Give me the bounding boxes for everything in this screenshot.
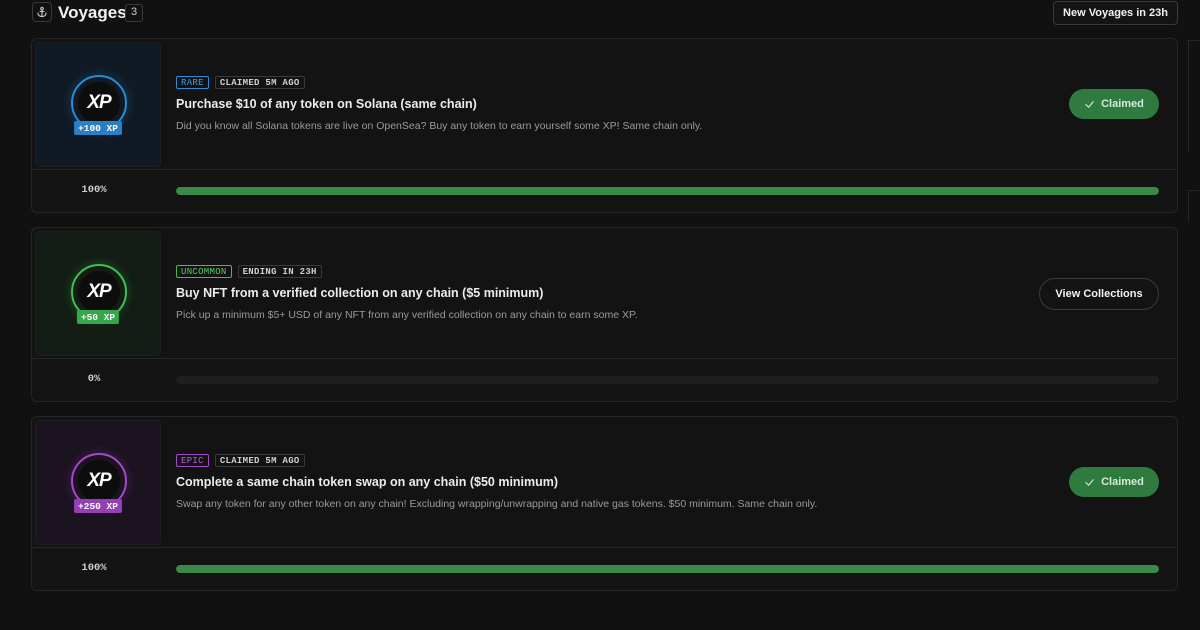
voyage-description: Swap any token for any other token on an… <box>176 498 818 510</box>
claimed-button[interactable]: Claimed <box>1069 89 1159 119</box>
status-tag: CLAIMED 5M AGO <box>214 454 305 467</box>
side-panel-edge <box>1188 190 1200 222</box>
voyage-card: XP +100 XP RARE CLAIMED 5M AGO Purchase … <box>31 38 1178 213</box>
voyage-thumbnail: XP +50 XP <box>35 231 161 356</box>
xp-reward-badge: +100 XP <box>74 121 122 135</box>
xp-logo: XP <box>87 470 111 491</box>
anchor-icon <box>32 2 52 22</box>
rarity-tag: EPIC <box>176 454 209 467</box>
progress-bar <box>176 187 1159 195</box>
xp-reward-badge: +250 XP <box>74 499 122 513</box>
rarity-tag: RARE <box>176 76 209 89</box>
progress-percent: 100% <box>81 184 107 196</box>
progress-fill <box>176 565 1159 573</box>
voyage-card: XP +50 XP UNCOMMON ENDING IN 23H Buy NFT… <box>31 227 1178 402</box>
progress-bar <box>176 376 1159 384</box>
voyage-count-badge: 3 <box>125 4 143 22</box>
progress-percent: 100% <box>81 562 107 574</box>
new-voyages-button[interactable]: New Voyages in 23h <box>1053 1 1178 25</box>
claimed-label: Claimed <box>1101 98 1144 110</box>
side-panel-edge <box>1188 40 1200 152</box>
claimed-label: Claimed <box>1101 476 1144 488</box>
voyage-thumbnail: XP +250 XP <box>35 420 161 545</box>
claimed-button[interactable]: Claimed <box>1069 467 1159 497</box>
voyage-thumbnail: XP +100 XP <box>35 42 161 167</box>
status-tag: CLAIMED 5M AGO <box>214 76 305 89</box>
rarity-tag: UNCOMMON <box>176 265 232 278</box>
voyage-title: Buy NFT from a verified collection on an… <box>176 286 544 300</box>
voyage-description: Did you know all Solana tokens are live … <box>176 120 703 132</box>
voyage-card: XP +250 XP EPIC CLAIMED 5M AGO Complete … <box>31 416 1178 591</box>
voyage-description: Pick up a minimum $5+ USD of any NFT fro… <box>176 309 638 321</box>
xp-reward-badge: +50 XP <box>76 310 120 324</box>
progress-percent: 0% <box>87 373 101 385</box>
status-tag: ENDING IN 23H <box>237 265 322 278</box>
voyage-title: Purchase $10 of any token on Solana (sam… <box>176 97 477 111</box>
progress-bar <box>176 565 1159 573</box>
voyages-header: Voyages 3 New Voyages in 23h <box>30 0 1178 28</box>
progress-fill <box>176 187 1159 195</box>
xp-logo: XP <box>87 92 111 113</box>
xp-logo: XP <box>87 281 111 302</box>
page-title: Voyages <box>58 3 127 22</box>
check-icon <box>1085 478 1094 486</box>
check-icon <box>1085 100 1094 108</box>
view-collections-button[interactable]: View Collections <box>1039 278 1159 310</box>
voyage-title: Complete a same chain token swap on any … <box>176 475 559 489</box>
